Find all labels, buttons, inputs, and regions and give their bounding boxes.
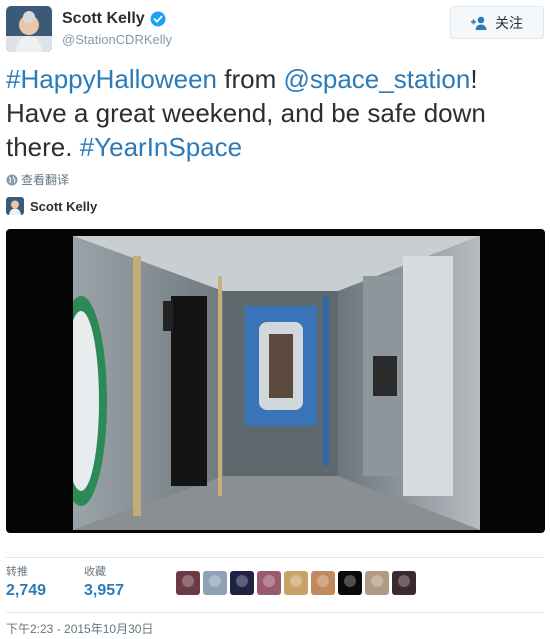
liker-face-icon bbox=[371, 575, 383, 587]
author-avatar[interactable] bbox=[6, 6, 52, 52]
translate-link[interactable]: 查看翻译 bbox=[6, 171, 69, 188]
card-author[interactable]: Scott Kelly bbox=[6, 197, 97, 215]
liker-face-icon bbox=[209, 575, 221, 587]
globe-icon bbox=[6, 174, 18, 185]
favorite-stat[interactable]: 收藏 3,957 bbox=[84, 563, 124, 600]
liker-face-icon bbox=[317, 575, 329, 587]
favorite-label: 收藏 bbox=[84, 566, 106, 578]
tweet-text: #HappyHalloween from @space_station! Hav… bbox=[6, 62, 544, 164]
divider bbox=[6, 612, 544, 613]
retweet-label: 转推 bbox=[6, 566, 28, 578]
tweet-text-segment: from bbox=[217, 64, 284, 94]
liker-face-icon bbox=[236, 575, 248, 587]
liker-avatar-9[interactable] bbox=[392, 571, 416, 595]
translate-label: 查看翻译 bbox=[21, 173, 70, 187]
favorite-count: 3,957 bbox=[84, 582, 125, 599]
hashtag-yearinspace-link[interactable]: #YearInSpace bbox=[80, 132, 242, 162]
mention-space-station-link[interactable]: @space_station bbox=[283, 64, 470, 94]
follow-button[interactable]: 关注 bbox=[450, 6, 544, 39]
liker-face-icon bbox=[263, 575, 275, 587]
verified-badge-icon bbox=[150, 11, 166, 27]
retweet-stat[interactable]: 转推 2,749 bbox=[6, 563, 46, 600]
liker-avatar-2[interactable] bbox=[203, 571, 227, 595]
liker-face-icon bbox=[182, 575, 194, 587]
tweet-timestamp[interactable]: 下午2:23 - 2015年10月30日 bbox=[6, 620, 153, 637]
card-author-avatar bbox=[6, 197, 24, 215]
video-still bbox=[73, 236, 480, 530]
liker-avatar-1[interactable] bbox=[176, 571, 200, 595]
liker-face-icon bbox=[344, 575, 356, 587]
follow-plus-icon bbox=[471, 16, 487, 30]
card-author-name: Scott Kelly bbox=[30, 198, 98, 214]
liker-avatar-7[interactable] bbox=[338, 571, 362, 595]
likers-avatars bbox=[176, 571, 419, 595]
author-screen-name[interactable]: @StationCDRKelly bbox=[62, 32, 172, 47]
liker-avatar-5[interactable] bbox=[284, 571, 308, 595]
retweet-count: 2,749 bbox=[6, 582, 47, 599]
tweet-header: Scott Kelly @StationCDRKelly 关注 bbox=[0, 0, 550, 58]
author-display-name[interactable]: Scott Kelly bbox=[62, 10, 145, 28]
author-name-row: Scott Kelly bbox=[62, 10, 166, 28]
liker-avatar-4[interactable] bbox=[257, 571, 281, 595]
liker-face-icon bbox=[398, 575, 410, 587]
follow-button-label: 关注 bbox=[495, 14, 523, 31]
liker-avatar-8[interactable] bbox=[365, 571, 389, 595]
liker-face-icon bbox=[290, 575, 302, 587]
liker-avatar-3[interactable] bbox=[230, 571, 254, 595]
hashtag-happyhalloween-link[interactable]: #HappyHalloween bbox=[6, 64, 217, 94]
divider bbox=[6, 557, 544, 558]
liker-avatar-6[interactable] bbox=[311, 571, 335, 595]
media-video-player[interactable] bbox=[6, 229, 545, 533]
